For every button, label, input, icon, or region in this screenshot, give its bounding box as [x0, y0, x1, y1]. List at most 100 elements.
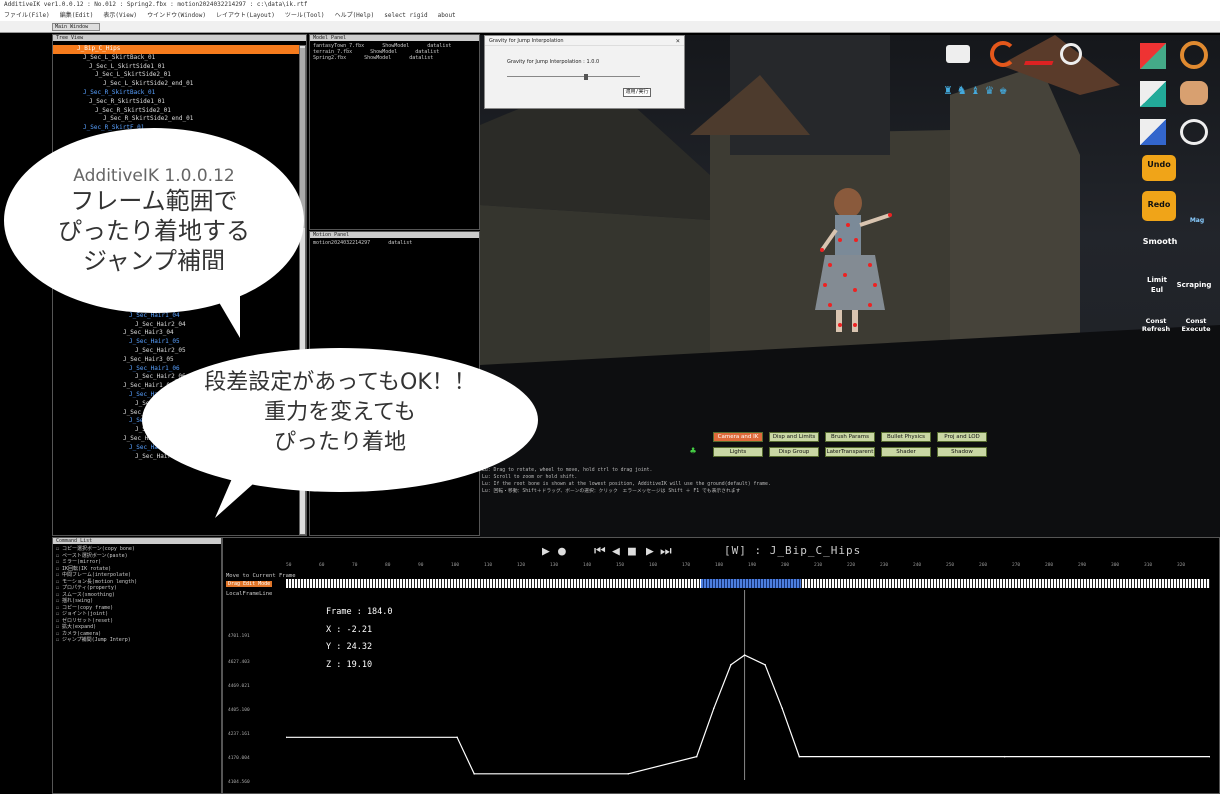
menu-item[interactable]: ヘルプ(Help) [335, 12, 375, 19]
tree-item[interactable]: J_Sec_L_SkirtBack_01 [53, 54, 299, 63]
tree-item[interactable]: J_Sec_Hair2_04 [53, 321, 299, 330]
menu-item[interactable]: 編集(Edit) [60, 12, 94, 19]
scraping-button[interactable]: Scraping [1174, 281, 1214, 289]
curve-point[interactable] [764, 663, 766, 666]
bubble-2-line-2: 重力を変えても [264, 400, 416, 425]
curve-graph[interactable] [286, 590, 1210, 780]
ruler-tick: 120 [517, 563, 526, 568]
layout-button[interactable]: Main Window Setting [52, 23, 100, 31]
tree-item[interactable]: J_Sec_L_SkirtSide2_end_01 [53, 80, 299, 89]
menu-item[interactable]: レイアウト(Layout) [216, 12, 275, 19]
frame-selection[interactable] [701, 579, 801, 588]
curve-point[interactable] [456, 736, 458, 739]
tab-button[interactable]: Bullet Physics [881, 432, 931, 442]
tree-item[interactable]: J_Sec_L_SkirtSide2_01 [53, 71, 299, 80]
bubble-1-line-2: フレーム範囲で [70, 187, 238, 215]
curve-point[interactable] [781, 707, 784, 710]
ruler-tick: 50 [286, 563, 292, 568]
tab-button[interactable]: Lights [713, 447, 763, 457]
hips-y-curve[interactable] [286, 654, 1210, 775]
tab-button[interactable]: Brush Params [825, 432, 875, 442]
tab-button[interactable]: Shadow [937, 447, 987, 457]
close-icon[interactable]: × [676, 37, 680, 45]
tree-item[interactable]: J_Sec_L_SkirtSide1_01 [53, 63, 299, 72]
first-frame-icon[interactable]: ⏮ [594, 544, 606, 560]
motion-row[interactable]: motion2024032214297 datalist [313, 240, 476, 246]
y-label: 4469.021 [228, 684, 250, 689]
pose-icons[interactable]: ♜♞♝♛♚ [944, 83, 1074, 99]
tab-button[interactable]: Camera and IK [713, 432, 763, 442]
scale-icon[interactable] [1060, 43, 1082, 65]
ruler-tick: 60 [319, 563, 325, 568]
menu-item[interactable]: ツール(Tool) [285, 12, 325, 19]
tree-item[interactable]: J_Sec_R_SkirtSide1_01 [53, 98, 299, 107]
tab-button[interactable]: Proj and LOD [937, 432, 987, 442]
gravity-slider[interactable] [507, 76, 640, 77]
ok-button[interactable]: 適用/実行 [623, 88, 651, 97]
model-show[interactable]: ShowModel [364, 55, 391, 61]
next-icon[interactable]: ▶ [646, 544, 654, 560]
rotate-icon[interactable] [990, 41, 1016, 67]
model-col[interactable]: datalist [409, 55, 433, 61]
dialog-title: Gravity for Jump Interpolation [485, 36, 684, 46]
play-icon[interactable]: ▶ [542, 544, 550, 560]
frame-strip[interactable] [286, 579, 1210, 588]
tab-button[interactable]: LaterTransparent [825, 447, 875, 457]
bone-rotate-icon[interactable] [1180, 41, 1208, 69]
x-axis-icon[interactable] [1140, 43, 1166, 69]
prev-icon[interactable]: ◀ [612, 544, 620, 560]
curve-point[interactable] [1003, 755, 1006, 758]
speech-bubble-2: 段差設定があってもOK！！ 重力を変えても ぴったり着地 [142, 348, 538, 492]
drag-edit-mode[interactable]: Drag Edit Mode [226, 581, 273, 587]
model-list: fantasyTown_7.fbx ShowModel datalist terrai… [310, 41, 479, 63]
ruler-tick: 300 [1111, 563, 1120, 568]
camera-icon[interactable] [946, 45, 970, 63]
const-refresh-button[interactable]: Const Refresh [1138, 317, 1174, 333]
menu-item[interactable]: about [438, 12, 456, 19]
redo-button[interactable]: Redo [1142, 191, 1176, 221]
curve-point[interactable] [730, 663, 732, 666]
const-execute-button[interactable]: Const Execute [1176, 317, 1216, 333]
curve-point[interactable] [743, 654, 746, 656]
tree-item[interactable]: J_Sec_R_SkirtSide2_end_01 [53, 115, 299, 124]
curve-point[interactable] [627, 772, 630, 775]
tree-item[interactable]: J_Sec_Hair1_05 [53, 338, 299, 347]
tab-button[interactable]: Shader [881, 447, 931, 457]
frog-icon[interactable]: ♣ [690, 446, 696, 457]
tree-item[interactable]: J_Sec_R_SkirtSide2_01 [53, 107, 299, 116]
menu-item[interactable]: 表示(View) [103, 12, 137, 19]
gravity-slider-thumb[interactable] [584, 74, 588, 80]
curve-point[interactable] [695, 755, 698, 758]
menu-item[interactable]: ウインドウ(Window) [147, 12, 206, 19]
model-name: Spring2.fbx [313, 55, 347, 61]
curve-point[interactable] [798, 755, 801, 758]
curve-point[interactable] [712, 707, 715, 710]
command-item[interactable]: ☐ ジャンプ補間(Jump Interp) [56, 637, 218, 644]
menu-item[interactable]: select rigid [384, 12, 427, 19]
command-label: 拡大(expand) [62, 624, 97, 630]
tree-item[interactable]: J_Bip_C_Hips [53, 45, 299, 54]
y-axis-icon[interactable] [1140, 81, 1166, 107]
model-row[interactable]: Spring2.fbx ShowModel datalist [313, 55, 476, 61]
ring-icon[interactable] [1180, 119, 1208, 145]
z-axis-icon[interactable] [1140, 119, 1166, 145]
tab-button[interactable]: Disp and Limits [769, 432, 819, 442]
tab-button[interactable]: Disp Group [769, 447, 819, 457]
command-label: スムース(smoothing) [62, 591, 115, 598]
smooth-button[interactable]: Smooth [1140, 235, 1180, 249]
ruler-tick: 220 [847, 563, 856, 568]
menu-item[interactable]: ファイル(File) [4, 12, 50, 19]
3d-viewport[interactable]: Undo Redo Smooth Limit Eul Scraping Mag … [480, 35, 1220, 537]
tree-item[interactable]: J_Sec_R_SkirtBack_01 [53, 89, 299, 98]
curve-point[interactable] [473, 772, 476, 775]
stop-icon[interactable]: ■ [628, 544, 636, 560]
tree-item[interactable]: J_Sec_Hair3_04 [53, 329, 299, 338]
limit-euler-button[interactable]: Limit Eul [1142, 275, 1172, 295]
undo-button[interactable]: Undo [1142, 155, 1176, 181]
bone-icon[interactable] [1180, 81, 1208, 105]
last-frame-icon[interactable]: ⏭ [660, 544, 672, 560]
message-line: Lu: If the root bone is shown at the low… [482, 482, 771, 487]
record-icon[interactable]: ● [558, 544, 566, 560]
tree-item[interactable]: J_Sec_Hair1_04 [53, 312, 299, 321]
bubble-2-line-3: ぴったり着地 [273, 430, 406, 455]
